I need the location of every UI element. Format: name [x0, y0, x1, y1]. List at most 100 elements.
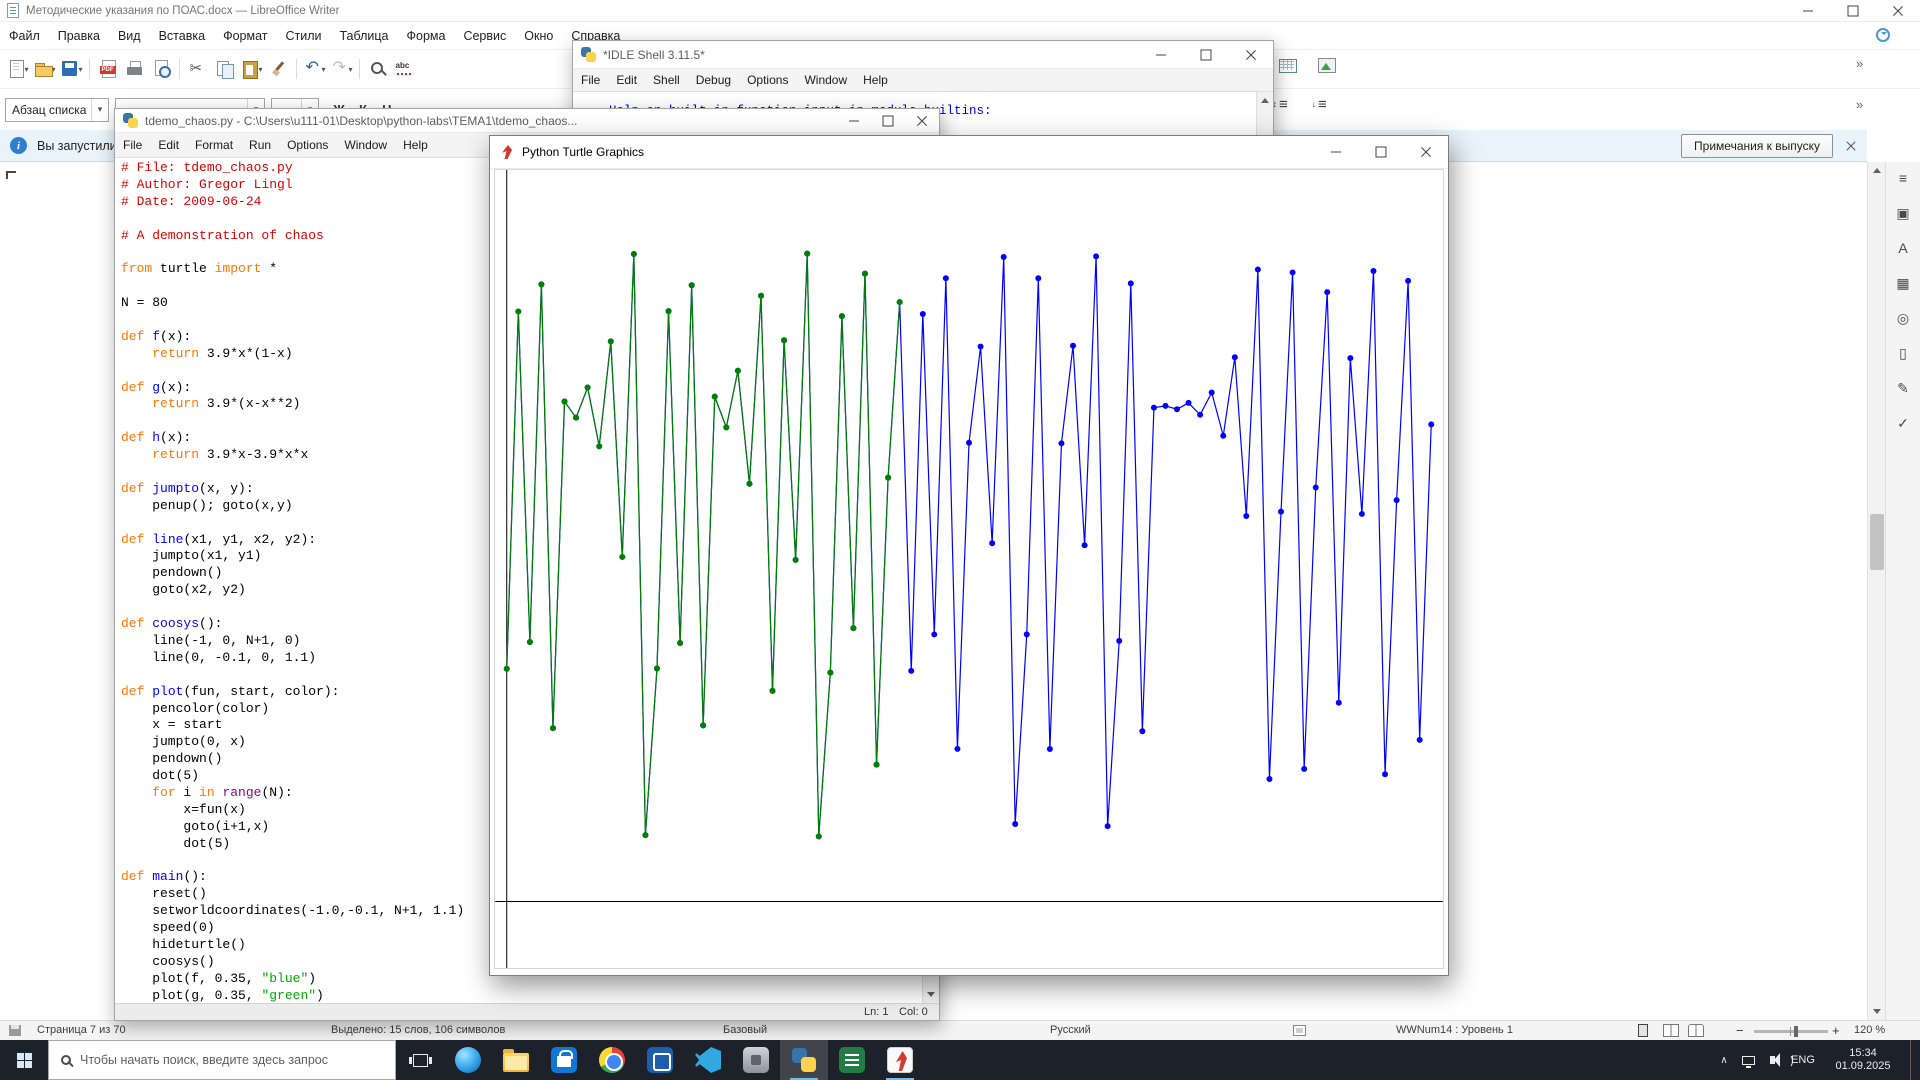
print-button[interactable] — [121, 55, 148, 83]
menu-item[interactable]: Правка — [49, 24, 109, 48]
clock-button[interactable]: 15:34 01.09.2025 — [1822, 1047, 1904, 1073]
turtle-titlebar[interactable]: Python Turtle Graphics — [490, 136, 1448, 169]
scroll-down-icon[interactable] — [927, 992, 935, 997]
idle-close-button[interactable] — [1228, 41, 1273, 68]
turtle-minimize-button[interactable] — [1313, 136, 1358, 168]
menu-item[interactable]: Run — [241, 134, 279, 156]
infobar-close-icon[interactable] — [1844, 139, 1857, 152]
zoom-out-button[interactable]: − — [1736, 1023, 1744, 1038]
scroll-up-icon[interactable] — [1872, 168, 1881, 173]
menu-item[interactable]: Shell — [645, 69, 688, 91]
release-notes-button[interactable]: Примечания к выпуску — [1681, 134, 1833, 158]
python-idle-taskbar-button[interactable] — [780, 1040, 828, 1080]
menu-item[interactable]: Формат — [214, 24, 276, 48]
editor-minimize-button[interactable] — [837, 109, 871, 132]
undo-button[interactable] — [301, 55, 328, 83]
update-available-icon[interactable] — [1876, 28, 1890, 42]
paragraph-style-combo[interactable]: Абзац списка — [5, 97, 109, 122]
writer-titlebar[interactable]: Методические указания по ПОАС.docx — Lib… — [0, 0, 1920, 22]
idle-titlebar[interactable]: *IDLE Shell 3.11.5* — [573, 41, 1273, 69]
start-button[interactable] — [0, 1040, 48, 1080]
menu-item[interactable]: Файл — [0, 24, 49, 48]
menu-item[interactable]: File — [115, 134, 150, 156]
menu-item[interactable]: Окно — [515, 24, 562, 48]
styles-icon[interactable]: A — [1891, 236, 1915, 260]
zoom-slider[interactable] — [1754, 1026, 1828, 1037]
blue-app-taskbar-button[interactable] — [636, 1040, 684, 1080]
menu-item[interactable]: Стили — [276, 24, 330, 48]
zoom-in-button[interactable]: + — [1832, 1023, 1840, 1038]
turtle-close-button[interactable] — [1403, 136, 1448, 168]
scrollbar-thumb[interactable] — [1870, 514, 1884, 570]
writer-vertical-scrollbar[interactable] — [1867, 162, 1885, 1020]
menu-item[interactable]: Format — [187, 134, 241, 156]
menu-item[interactable]: Сервис — [454, 24, 515, 48]
spelling-button[interactable] — [391, 55, 418, 83]
chrome-taskbar-button[interactable] — [588, 1040, 636, 1080]
editor-close-button[interactable] — [905, 109, 939, 132]
menu-item[interactable]: Edit — [608, 69, 645, 91]
single-page-view-button[interactable] — [1638, 1024, 1648, 1037]
show-desktop-button[interactable] — [1910, 1040, 1916, 1080]
open-button[interactable] — [31, 55, 58, 83]
green-app-taskbar-button[interactable] — [828, 1040, 876, 1080]
clone-formatting-button[interactable] — [265, 55, 292, 83]
writer-minimize-button[interactable] — [1785, 0, 1830, 22]
sidebar-settings-icon[interactable]: ≡ — [1891, 166, 1915, 190]
vscode-taskbar-button[interactable] — [684, 1040, 732, 1080]
page-style-status[interactable]: Базовый — [723, 1024, 767, 1036]
menu-item[interactable]: Вид — [109, 24, 150, 48]
turtle-maximize-button[interactable] — [1358, 136, 1403, 168]
cut-button[interactable] — [184, 55, 211, 83]
menu-item[interactable]: Help — [855, 69, 896, 91]
menu-item[interactable]: Options — [739, 69, 796, 91]
menu-item[interactable]: Options — [279, 134, 336, 156]
combo-arrow-icon[interactable] — [91, 98, 108, 121]
gallery-icon[interactable]: ▦ — [1891, 271, 1915, 295]
search-input[interactable] — [80, 1053, 380, 1067]
page-deck-icon[interactable]: ▯ — [1891, 341, 1915, 365]
hidden-icons-chevron[interactable]: ∧ — [1712, 1055, 1736, 1066]
idle-maximize-button[interactable] — [1183, 41, 1228, 68]
language-status[interactable]: Русский — [1050, 1024, 1091, 1036]
taskbar-search[interactable] — [48, 1040, 396, 1080]
explorer-taskbar-button[interactable] — [492, 1040, 540, 1080]
turtle-taskbar-button[interactable] — [876, 1040, 924, 1080]
save-button[interactable] — [58, 55, 85, 83]
menu-item[interactable]: Таблица — [330, 24, 397, 48]
document-modified-icon[interactable] — [9, 1025, 21, 1036]
editor-titlebar[interactable]: tdemo_chaos.py - C:\Users\u111-01\Deskto… — [115, 109, 939, 133]
print-preview-button[interactable] — [148, 55, 175, 83]
store-taskbar-button[interactable] — [540, 1040, 588, 1080]
volume-tray-button[interactable] — [1760, 1053, 1793, 1068]
menu-item[interactable]: Help — [395, 134, 436, 156]
edge-taskbar-button[interactable] — [444, 1040, 492, 1080]
menu-item[interactable]: Форма — [398, 24, 455, 48]
idle-minimize-button[interactable] — [1138, 41, 1183, 68]
scroll-down-icon[interactable] — [1872, 1009, 1881, 1014]
paste-button[interactable] — [238, 55, 265, 83]
zoom-slider-thumb[interactable] — [1794, 1026, 1798, 1037]
menu-item[interactable]: File — [573, 69, 608, 91]
navigator-icon[interactable]: ◎ — [1891, 306, 1915, 330]
word-count-status[interactable]: Выделено: 15 слов, 106 символов — [331, 1024, 505, 1036]
menu-item[interactable]: Edit — [150, 134, 187, 156]
menu-item[interactable]: Window — [336, 134, 395, 156]
menu-item[interactable]: Window — [796, 69, 855, 91]
menu-item[interactable]: Debug — [688, 69, 739, 91]
find-replace-button[interactable] — [364, 55, 391, 83]
task-view-button[interactable] — [396, 1040, 444, 1080]
redo-button[interactable] — [328, 55, 355, 83]
page-number-status[interactable]: Страница 7 из 70 — [37, 1024, 126, 1036]
network-tray-button[interactable] — [1736, 1055, 1760, 1068]
zoom-level[interactable]: 120 % — [1854, 1024, 1885, 1036]
multi-page-view-button[interactable] — [1663, 1024, 1679, 1037]
new-document-button[interactable] — [4, 55, 31, 83]
menu-item[interactable]: Вставка — [150, 24, 214, 48]
properties-icon[interactable]: ▣ — [1891, 201, 1915, 225]
style-inspector-icon[interactable]: ✎ — [1891, 376, 1915, 400]
copy-button[interactable] — [211, 55, 238, 83]
list-level-status[interactable]: WWNum14 : Уровень 1 — [1396, 1024, 1513, 1036]
writer-close-button[interactable] — [1875, 0, 1920, 22]
book-view-button[interactable] — [1688, 1024, 1704, 1037]
